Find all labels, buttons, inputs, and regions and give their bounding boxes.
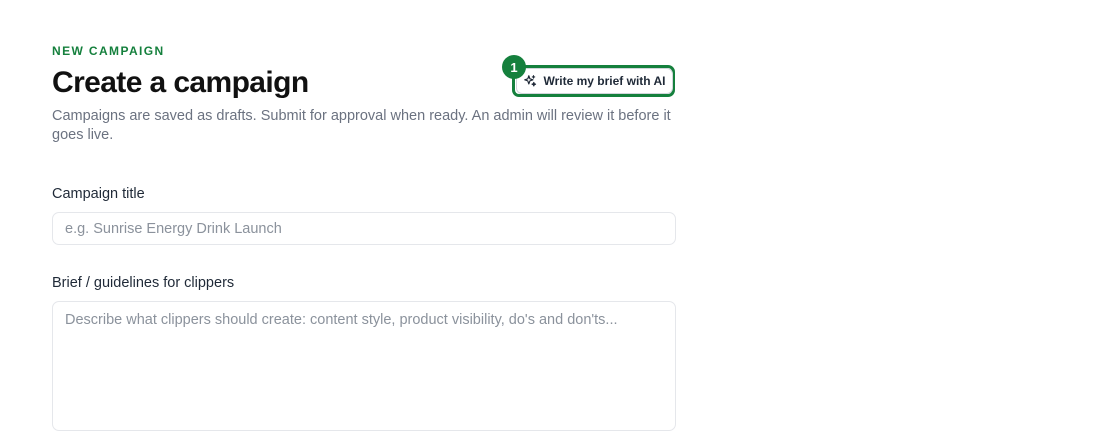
write-brief-with-ai-button[interactable]: Write my brief with AI (516, 68, 673, 94)
page-subtitle: Campaigns are saved as drafts. Submit fo… (52, 108, 671, 143)
page-eyebrow: NEW CAMPAIGN (52, 44, 165, 58)
step-badge: 1 (502, 55, 526, 79)
page-title: Create a campaign (52, 66, 309, 99)
brief-label: Brief / guidelines for clippers (52, 275, 235, 291)
ai-button-label: Write my brief with AI (543, 74, 666, 88)
brief-textarea[interactable] (52, 301, 676, 431)
campaign-title-input[interactable] (52, 212, 676, 245)
sparkles-icon (523, 74, 537, 88)
campaign-title-label: Campaign title (52, 186, 145, 202)
